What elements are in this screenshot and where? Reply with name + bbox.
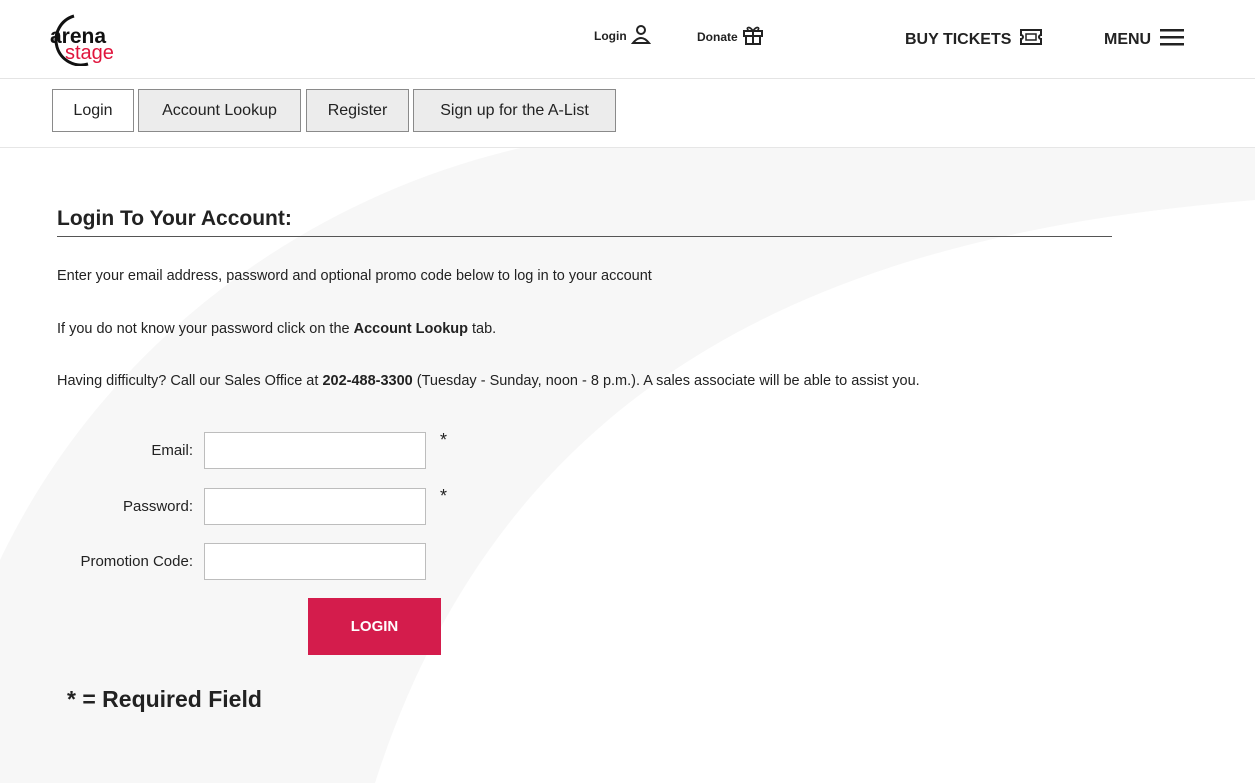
- account-tabs: Login Account Lookup Register Sign up fo…: [0, 79, 1255, 148]
- help-text: Having difficulty? Call our Sales Office…: [57, 373, 920, 389]
- tab-register[interactable]: Register: [306, 89, 409, 132]
- password-label: Password:: [122, 498, 193, 515]
- gift-icon: [742, 24, 764, 49]
- logo-mark: arena stage: [50, 14, 114, 67]
- header-donate-link[interactable]: Donate: [697, 24, 764, 49]
- tab-account-lookup[interactable]: Account Lookup: [138, 89, 301, 132]
- help-suffix: (Tuesday - Sunday, noon - 8 p.m.). A sal…: [412, 373, 920, 389]
- ticket-icon: [1019, 27, 1043, 52]
- user-icon: [630, 24, 651, 47]
- header-login-label: Login: [594, 28, 627, 43]
- menu-label: MENU: [1104, 30, 1152, 48]
- page-title: Login To Your Account:: [57, 207, 1112, 237]
- lookup-tab-reference: Account Lookup: [353, 321, 468, 337]
- password-required-mark: *: [440, 486, 448, 506]
- sales-phone-number: 202-488-3300: [322, 373, 413, 389]
- tab-login[interactable]: Login: [52, 89, 134, 132]
- email-required-mark: *: [440, 430, 448, 450]
- tab-a-list-signup[interactable]: Sign up for the A-List: [413, 89, 616, 132]
- arena-stage-logo[interactable]: arena stage: [48, 14, 148, 67]
- site-header: arena stage Login Donate BUY TICKETS MEN…: [0, 0, 1255, 79]
- promo-code-label: Promotion Code:: [80, 553, 193, 570]
- promo-code-field[interactable]: [204, 543, 426, 580]
- lookup-instruction: If you do not know your password click o…: [57, 321, 496, 337]
- main-content: Login To Your Account: Enter your email …: [0, 148, 1255, 783]
- logo-text-stage: stage: [65, 42, 114, 64]
- buy-tickets-link[interactable]: BUY TICKETS: [905, 27, 1043, 52]
- buy-tickets-label: BUY TICKETS: [905, 30, 1012, 48]
- intro-text: Enter your email address, password and o…: [57, 268, 652, 284]
- email-field[interactable]: [204, 432, 426, 469]
- lookup-suffix: tab.: [468, 321, 497, 337]
- header-login-link[interactable]: Login: [594, 24, 651, 47]
- password-field[interactable]: [204, 488, 426, 525]
- header-donate-label: Donate: [697, 29, 738, 44]
- menu-button[interactable]: MENU: [1104, 27, 1185, 52]
- lookup-prefix: If you do not know your password click o…: [57, 321, 354, 337]
- email-label: Email:: [151, 442, 193, 459]
- help-prefix: Having difficulty? Call our Sales Office…: [57, 373, 323, 389]
- required-field-note: * = Required Field: [67, 686, 262, 712]
- login-submit-button[interactable]: LOGIN: [308, 598, 441, 655]
- hamburger-menu-icon: [1159, 27, 1185, 52]
